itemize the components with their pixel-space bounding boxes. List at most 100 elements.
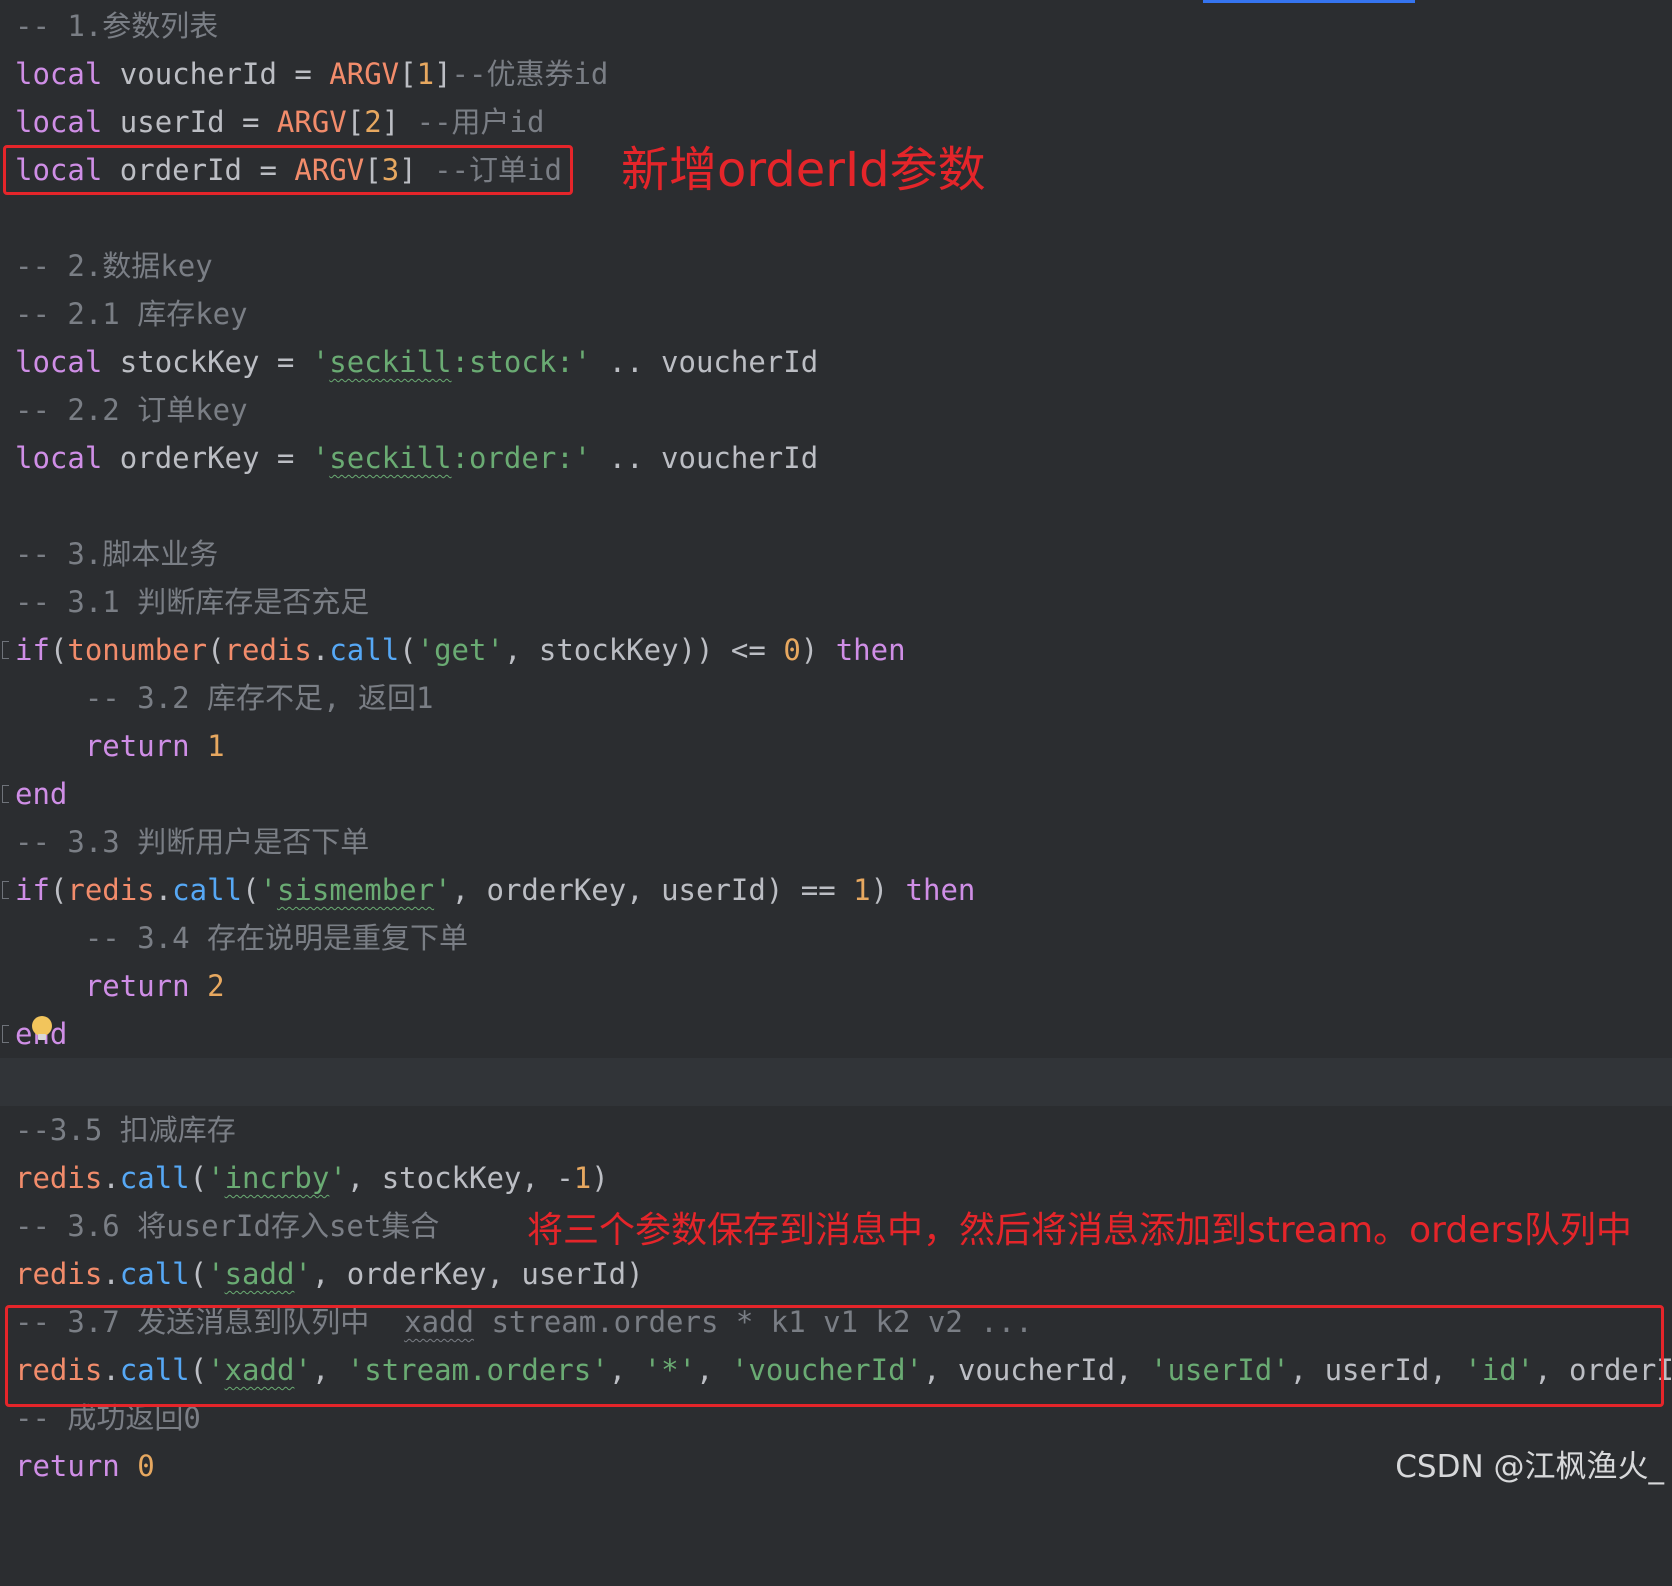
comment: -- 3.3 判断用户是否下单: [15, 825, 370, 859]
string: ': [294, 1257, 312, 1291]
identifier: .. voucherId: [591, 441, 819, 475]
code-text: end: [15, 770, 67, 818]
keyword: local: [15, 105, 103, 139]
code-editor[interactable]: -- 1.参数列表 local voucherId = ARGV[1]--优惠券…: [0, 0, 1672, 1496]
string: ': [311, 441, 330, 475]
fold-marker-icon[interactable]: [2, 881, 9, 899]
global: ARGV: [329, 57, 400, 91]
function: call: [119, 1161, 190, 1195]
code-line[interactable]: end: [0, 1010, 1672, 1058]
code-line[interactable]: if(redis.call('sismember', orderKey, use…: [0, 866, 1672, 914]
string: ': [311, 345, 330, 379]
lightbulb-icon[interactable]: [32, 1016, 52, 1040]
keyword: then: [905, 873, 976, 907]
code-text: if(redis.call('sismember', orderKey, use…: [15, 866, 975, 914]
string: ': [259, 873, 277, 907]
paren: (: [399, 633, 417, 667]
paren: (: [189, 1257, 208, 1291]
paren: (: [207, 633, 225, 667]
comment: -- 2.1 库存key: [15, 297, 248, 331]
code-line[interactable]: local orderKey = 'seckill:order:' .. vou…: [0, 434, 1672, 482]
string: ': [329, 1161, 347, 1195]
global: redis: [224, 633, 312, 667]
keyword: if: [15, 633, 50, 667]
code-text: local voucherId = ARGV[1]--优惠券id: [15, 50, 608, 98]
code-text: local stockKey = 'seckill:stock:' .. vou…: [15, 338, 818, 386]
number: 1: [416, 57, 435, 91]
comment: --优惠券id: [451, 57, 609, 91]
keyword: if: [15, 873, 50, 907]
identifier: , stockKey)) <=: [503, 633, 784, 667]
number: 0: [137, 1449, 155, 1483]
fold-marker-icon[interactable]: [2, 641, 9, 659]
comment: -- 2.数据key: [15, 249, 213, 283]
code-line[interactable]: -- 2.2 订单key: [0, 386, 1672, 434]
paren: (: [189, 1161, 208, 1195]
watermark: CSDN @江枫渔火_: [1395, 1449, 1664, 1485]
paren: ): [591, 1161, 609, 1195]
code-text: return 2: [15, 962, 225, 1010]
code-line[interactable]: -- 3.4 存在说明是重复下单: [0, 914, 1672, 962]
number: 0: [783, 633, 801, 667]
code-line[interactable]: local voucherId = ARGV[1]--优惠券id: [0, 50, 1672, 98]
code-line[interactable]: -- 1.参数列表: [0, 2, 1672, 50]
code-line[interactable]: return 1: [0, 722, 1672, 770]
number: 2: [207, 969, 225, 1003]
comment: --3.5 扣减库存: [15, 1113, 236, 1147]
string: seckill: [329, 345, 452, 379]
code-line[interactable]: -- 3.1 判断库存是否充足: [0, 578, 1672, 626]
keyword: local: [15, 441, 103, 475]
code-line[interactable]: redis.call('sadd', orderKey, userId): [0, 1250, 1672, 1298]
code-line[interactable]: -- 2.数据key: [0, 242, 1672, 290]
code-line[interactable]: -- 2.1 库存key: [0, 290, 1672, 338]
number: 1: [853, 873, 871, 907]
code-text: return 0: [15, 1442, 155, 1490]
comment: --用户id: [416, 105, 545, 139]
code-line[interactable]: -- 3.脚本业务: [0, 530, 1672, 578]
identifier: , orderKey, userId): [311, 1257, 644, 1291]
comment: -- 3.1 判断库存是否充足: [15, 585, 370, 619]
identifier: , stockKey, -: [346, 1161, 574, 1195]
global: redis: [15, 1161, 103, 1195]
paren: (: [49, 873, 68, 907]
string: :stock:': [451, 345, 592, 379]
comment: -- 3.6 将userId存入set集合: [15, 1209, 440, 1243]
global: redis: [67, 873, 155, 907]
current-line[interactable]: [0, 1058, 1672, 1106]
global: ARGV: [276, 105, 347, 139]
string: :order:': [451, 441, 592, 475]
function: call: [329, 633, 400, 667]
number: 2: [364, 105, 382, 139]
number: 1: [573, 1161, 592, 1195]
keyword: local: [15, 345, 103, 379]
annotation-label: 新增orderId参数: [621, 142, 986, 198]
highlight-box: [3, 145, 573, 195]
code-line[interactable]: -- 3.2 库存不足, 返回1: [0, 674, 1672, 722]
fold-marker-icon[interactable]: [2, 1025, 9, 1043]
code-line[interactable]: -- 3.3 判断用户是否下单: [0, 818, 1672, 866]
code-line[interactable]: redis.call('incrby', stockKey, -1): [0, 1154, 1672, 1202]
bracket: ]: [434, 57, 452, 91]
fold-marker-icon[interactable]: [2, 785, 9, 803]
string: seckill: [329, 441, 452, 475]
code-line[interactable]: --3.5 扣减库存: [0, 1106, 1672, 1154]
keyword: end: [15, 777, 68, 811]
keyword: then: [835, 633, 906, 667]
code-line[interactable]: return 2: [0, 962, 1672, 1010]
number: 1: [207, 729, 225, 763]
code-text: redis.call('incrby', stockKey, -1): [15, 1154, 609, 1202]
code-text: local userId = ARGV[2] --用户id: [15, 98, 544, 146]
keyword: return: [15, 1449, 120, 1483]
function: call: [119, 1257, 190, 1291]
code-line[interactable]: end: [0, 770, 1672, 818]
string: sadd: [224, 1257, 295, 1291]
code-line[interactable]: if(tonumber(redis.call('get', stockKey))…: [0, 626, 1672, 674]
dot: .: [102, 1257, 120, 1291]
paren: (: [49, 633, 68, 667]
function: call: [172, 873, 243, 907]
identifier: orderKey =: [102, 441, 312, 475]
code-text: if(tonumber(redis.call('get', stockKey))…: [15, 626, 906, 674]
code-text: redis.call('sadd', orderKey, userId): [15, 1250, 644, 1298]
code-line[interactable]: local stockKey = 'seckill:stock:' .. vou…: [0, 338, 1672, 386]
